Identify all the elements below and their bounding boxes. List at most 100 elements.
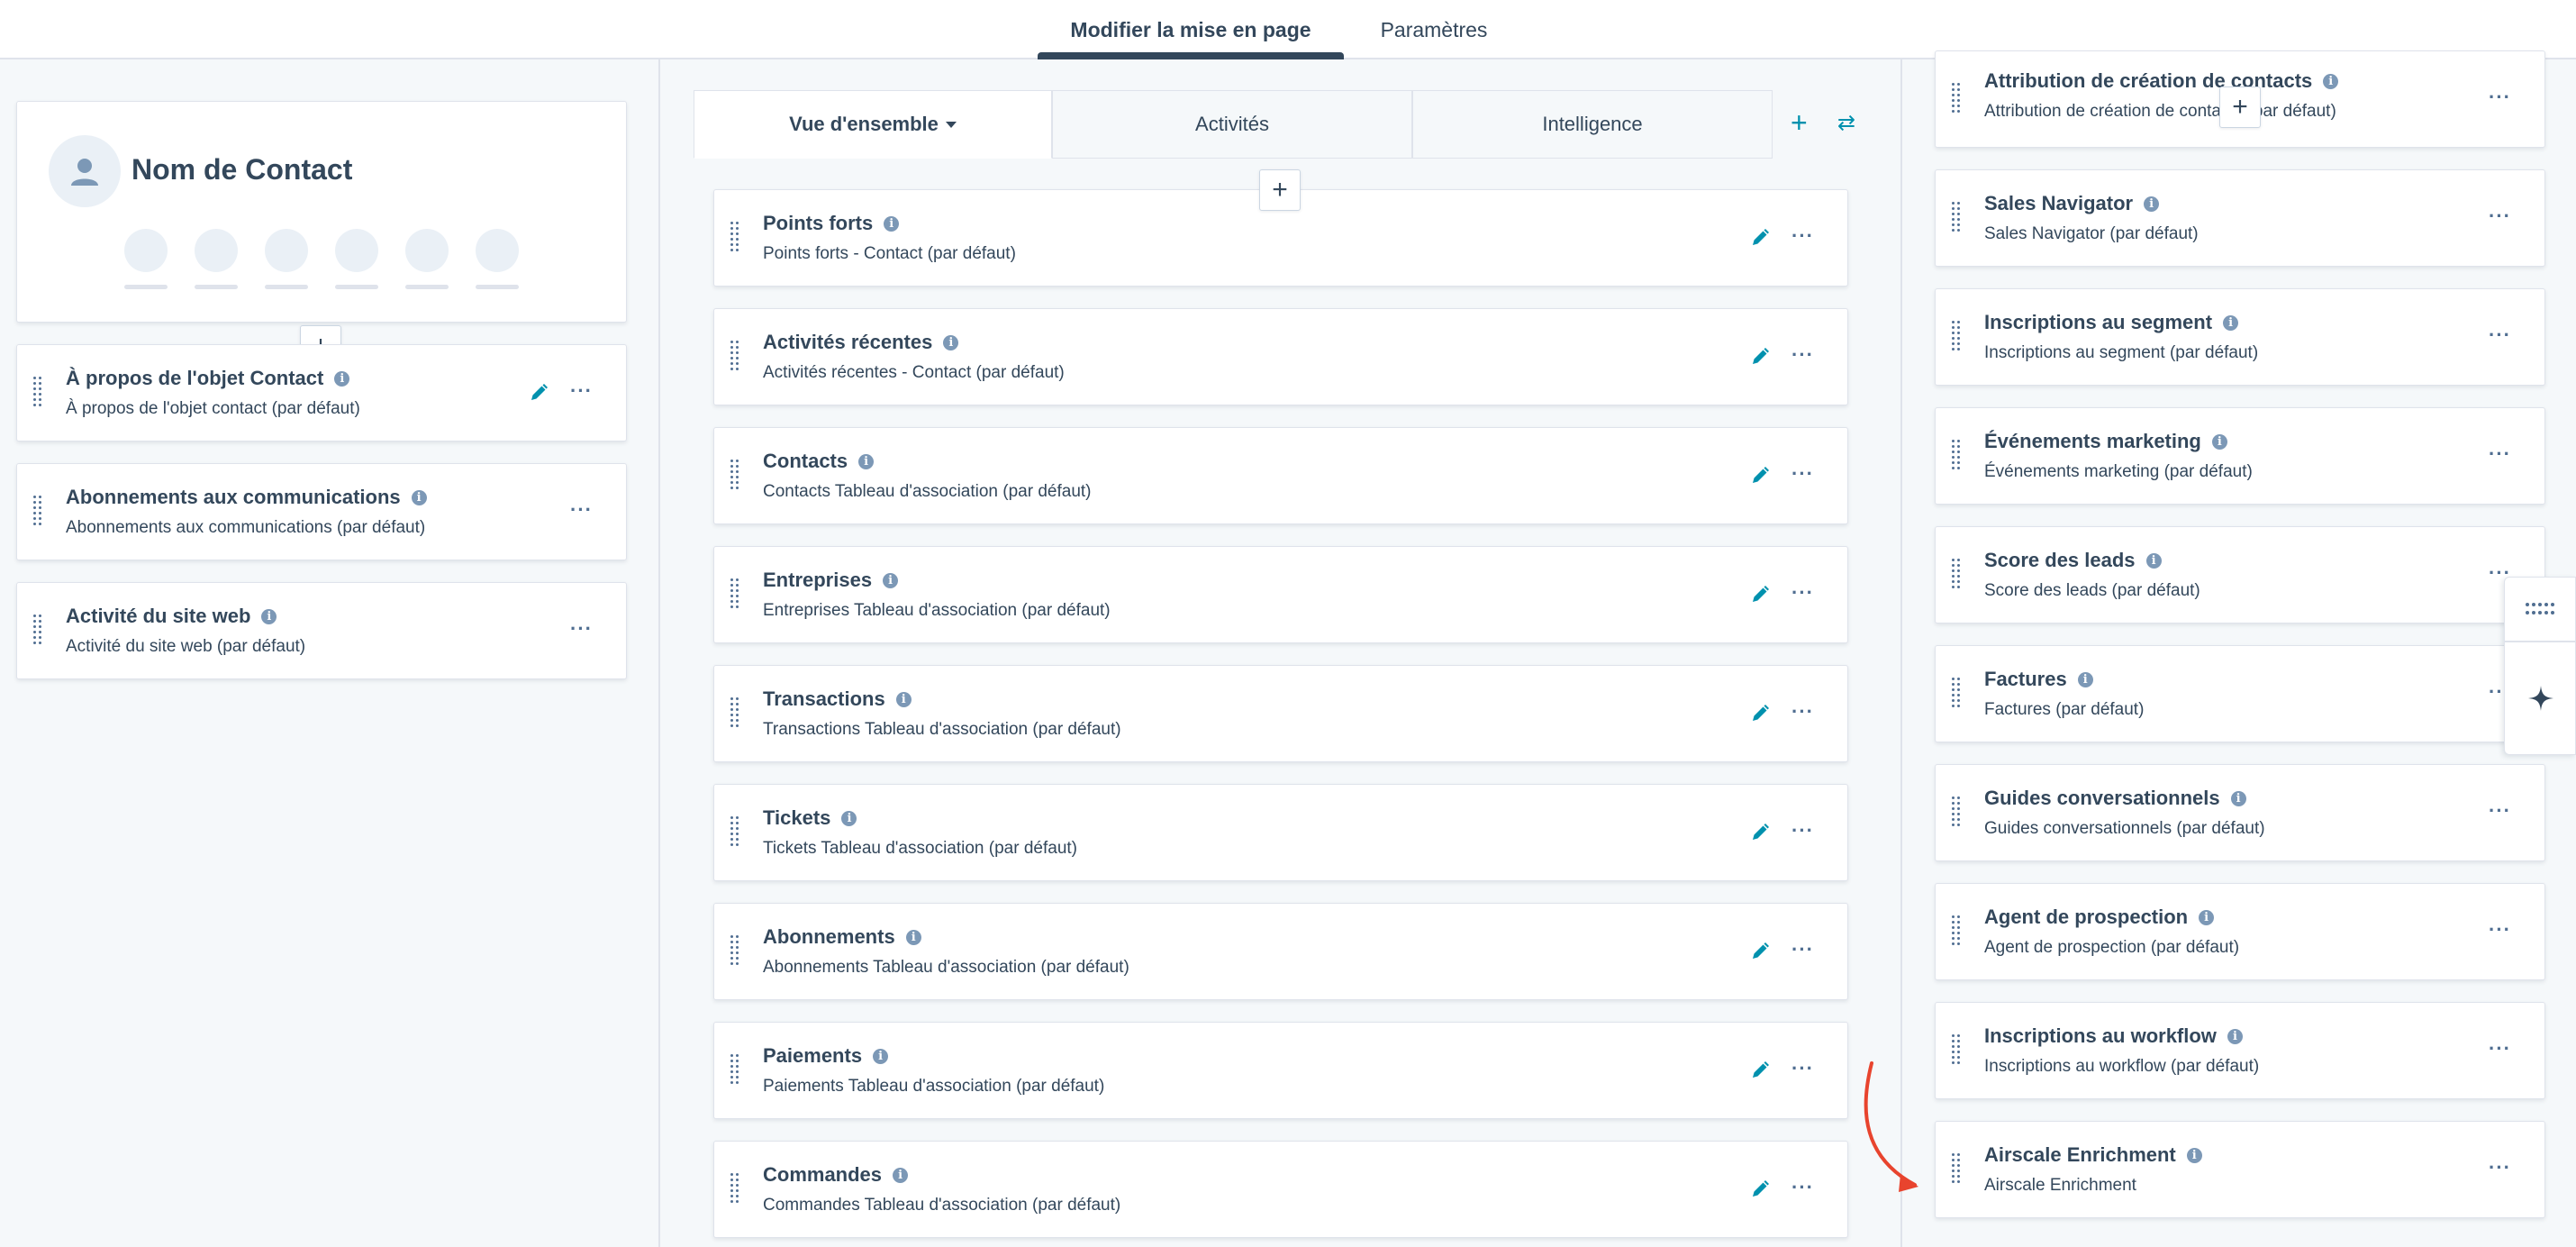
- more-options-icon[interactable]: ···: [2489, 206, 2511, 226]
- info-icon[interactable]: i: [261, 608, 277, 624]
- info-icon[interactable]: i: [884, 215, 900, 232]
- layout-card[interactable]: Activités récentes i Activités récentes - …: [713, 308, 1848, 405]
- add-card-button-right[interactable]: +: [2219, 86, 2261, 128]
- tab-edit-layout[interactable]: Modifier la mise en page: [1038, 0, 1344, 59]
- drag-handle-icon[interactable]: [33, 612, 42, 648]
- layout-card[interactable]: Factures i Factures (par défaut) ···: [1935, 645, 2545, 742]
- pencil-icon[interactable]: [1750, 1060, 1770, 1080]
- more-options-icon[interactable]: ···: [570, 500, 593, 520]
- drag-handle-icon[interactable]: [1952, 556, 1961, 592]
- info-icon[interactable]: i: [841, 810, 857, 826]
- pencil-icon[interactable]: [1750, 823, 1770, 842]
- grid-dots-icon[interactable]: [2525, 601, 2555, 617]
- pencil-icon[interactable]: [1750, 704, 1770, 724]
- layout-card[interactable]: Activité du site web i Activité du site we…: [16, 582, 627, 679]
- drag-handle-icon[interactable]: [1952, 913, 1961, 949]
- info-icon[interactable]: i: [2211, 433, 2227, 450]
- layout-card[interactable]: Agent de prospection i Agent de prospectio…: [1935, 883, 2545, 980]
- layout-card[interactable]: Contacts i Contacts Tableau d'association …: [713, 427, 1848, 524]
- more-options-icon[interactable]: ···: [1791, 821, 1814, 841]
- more-options-icon[interactable]: ···: [1791, 226, 1814, 246]
- info-icon[interactable]: i: [858, 453, 875, 469]
- layout-card[interactable]: Transactions i Transactions Tableau d'asso…: [713, 665, 1848, 762]
- layout-card[interactable]: Commandes i Commandes Tableau d'associatio…: [713, 1141, 1848, 1238]
- info-icon[interactable]: i: [411, 489, 427, 505]
- info-icon[interactable]: i: [873, 1048, 889, 1064]
- more-options-icon[interactable]: ···: [570, 619, 593, 639]
- tab-intelligence[interactable]: Intelligence: [1412, 90, 1773, 159]
- more-options-icon[interactable]: ···: [1791, 702, 1814, 722]
- drag-handle-icon[interactable]: [1952, 794, 1961, 830]
- more-options-icon[interactable]: ···: [2489, 325, 2511, 345]
- info-icon[interactable]: i: [2077, 671, 2093, 687]
- pencil-icon[interactable]: [529, 383, 549, 403]
- info-icon[interactable]: i: [2223, 314, 2239, 331]
- layout-card[interactable]: Abonnements i Abonnements Tableau d'associ…: [713, 903, 1848, 1000]
- pencil-icon[interactable]: [1750, 585, 1770, 605]
- more-options-icon[interactable]: ···: [2489, 801, 2511, 821]
- drag-handle-icon[interactable]: [33, 374, 42, 410]
- info-icon[interactable]: i: [334, 370, 350, 387]
- drag-handle-icon[interactable]: [1952, 675, 1961, 711]
- info-icon[interactable]: i: [2199, 909, 2215, 925]
- more-options-icon[interactable]: ···: [1791, 345, 1814, 365]
- more-options-icon[interactable]: ···: [570, 381, 593, 401]
- info-icon[interactable]: i: [895, 691, 912, 707]
- pencil-icon[interactable]: [1750, 466, 1770, 486]
- drag-handle-icon[interactable]: [1952, 1032, 1961, 1068]
- more-options-icon[interactable]: ···: [1791, 464, 1814, 484]
- info-icon[interactable]: i: [905, 929, 921, 945]
- layout-card[interactable]: Abonnements aux communications i Abonnemen…: [16, 463, 627, 560]
- drag-handle-icon[interactable]: [730, 933, 739, 969]
- info-icon[interactable]: i: [2323, 73, 2339, 89]
- layout-card[interactable]: À propos de l'objet Contact i À propos de …: [16, 344, 627, 441]
- drag-handle-icon[interactable]: [730, 695, 739, 731]
- sparkle-icon[interactable]: [2526, 684, 2555, 713]
- layout-card[interactable]: Inscriptions au workflow i Inscriptions au…: [1935, 1002, 2545, 1099]
- info-icon[interactable]: i: [2227, 1028, 2243, 1044]
- more-options-icon[interactable]: ···: [2489, 444, 2511, 464]
- more-options-icon[interactable]: ···: [2489, 1158, 2511, 1178]
- contact-header-card[interactable]: [16, 101, 627, 323]
- drag-handle-icon[interactable]: [33, 493, 42, 529]
- drag-handle-icon[interactable]: [1952, 1151, 1961, 1187]
- info-icon[interactable]: i: [2186, 1147, 2202, 1163]
- more-options-icon[interactable]: ···: [2489, 87, 2511, 107]
- layout-card[interactable]: Paiements i Paiements Tableau d'associatio…: [713, 1022, 1848, 1119]
- info-icon[interactable]: i: [2144, 196, 2160, 212]
- more-options-icon[interactable]: ···: [1791, 583, 1814, 603]
- tab-activities[interactable]: Activités: [1052, 90, 1412, 159]
- drag-handle-icon[interactable]: [1952, 318, 1961, 354]
- layout-card[interactable]: Airscale Enrichment i Airscale Enrichment ·…: [1935, 1121, 2545, 1218]
- tab-settings[interactable]: Paramètres: [1344, 0, 1524, 59]
- layout-card[interactable]: Entreprises i Entreprises Tableau d'associ…: [713, 546, 1848, 643]
- info-icon[interactable]: i: [2145, 552, 2162, 569]
- add-tab-icon[interactable]: +: [1791, 106, 1808, 140]
- drag-handle-icon[interactable]: [730, 1051, 739, 1088]
- info-icon[interactable]: i: [2230, 790, 2246, 806]
- drag-handle-icon[interactable]: [1952, 437, 1961, 473]
- drag-handle-icon[interactable]: [1952, 80, 1961, 116]
- more-options-icon[interactable]: ···: [1791, 940, 1814, 960]
- layout-card[interactable]: Tickets i Tickets Tableau d'association (p…: [713, 784, 1848, 881]
- drag-handle-icon[interactable]: [730, 338, 739, 374]
- info-icon[interactable]: i: [943, 334, 959, 350]
- drag-handle-icon[interactable]: [730, 576, 739, 612]
- more-options-icon[interactable]: ···: [2489, 1039, 2511, 1059]
- drag-handle-icon[interactable]: [730, 219, 739, 255]
- layout-card[interactable]: Événements marketing i Événements marketin…: [1935, 407, 2545, 505]
- pencil-icon[interactable]: [1750, 942, 1770, 961]
- layout-card[interactable]: Guides conversationnels i Guides conversat…: [1935, 764, 2545, 861]
- add-card-button-middle[interactable]: +: [1259, 169, 1301, 211]
- tab-overview[interactable]: Vue d'ensemble: [694, 90, 1052, 159]
- pencil-icon[interactable]: [1750, 347, 1770, 367]
- more-options-icon[interactable]: ···: [1791, 1059, 1814, 1079]
- info-icon[interactable]: i: [883, 572, 899, 588]
- more-options-icon[interactable]: ···: [1791, 1178, 1814, 1197]
- drag-handle-icon[interactable]: [730, 1170, 739, 1206]
- pencil-icon[interactable]: [1750, 228, 1770, 248]
- drag-handle-icon[interactable]: [1952, 199, 1961, 235]
- info-icon[interactable]: i: [893, 1167, 909, 1183]
- drag-handle-icon[interactable]: [730, 814, 739, 850]
- drag-handle-icon[interactable]: [730, 457, 739, 493]
